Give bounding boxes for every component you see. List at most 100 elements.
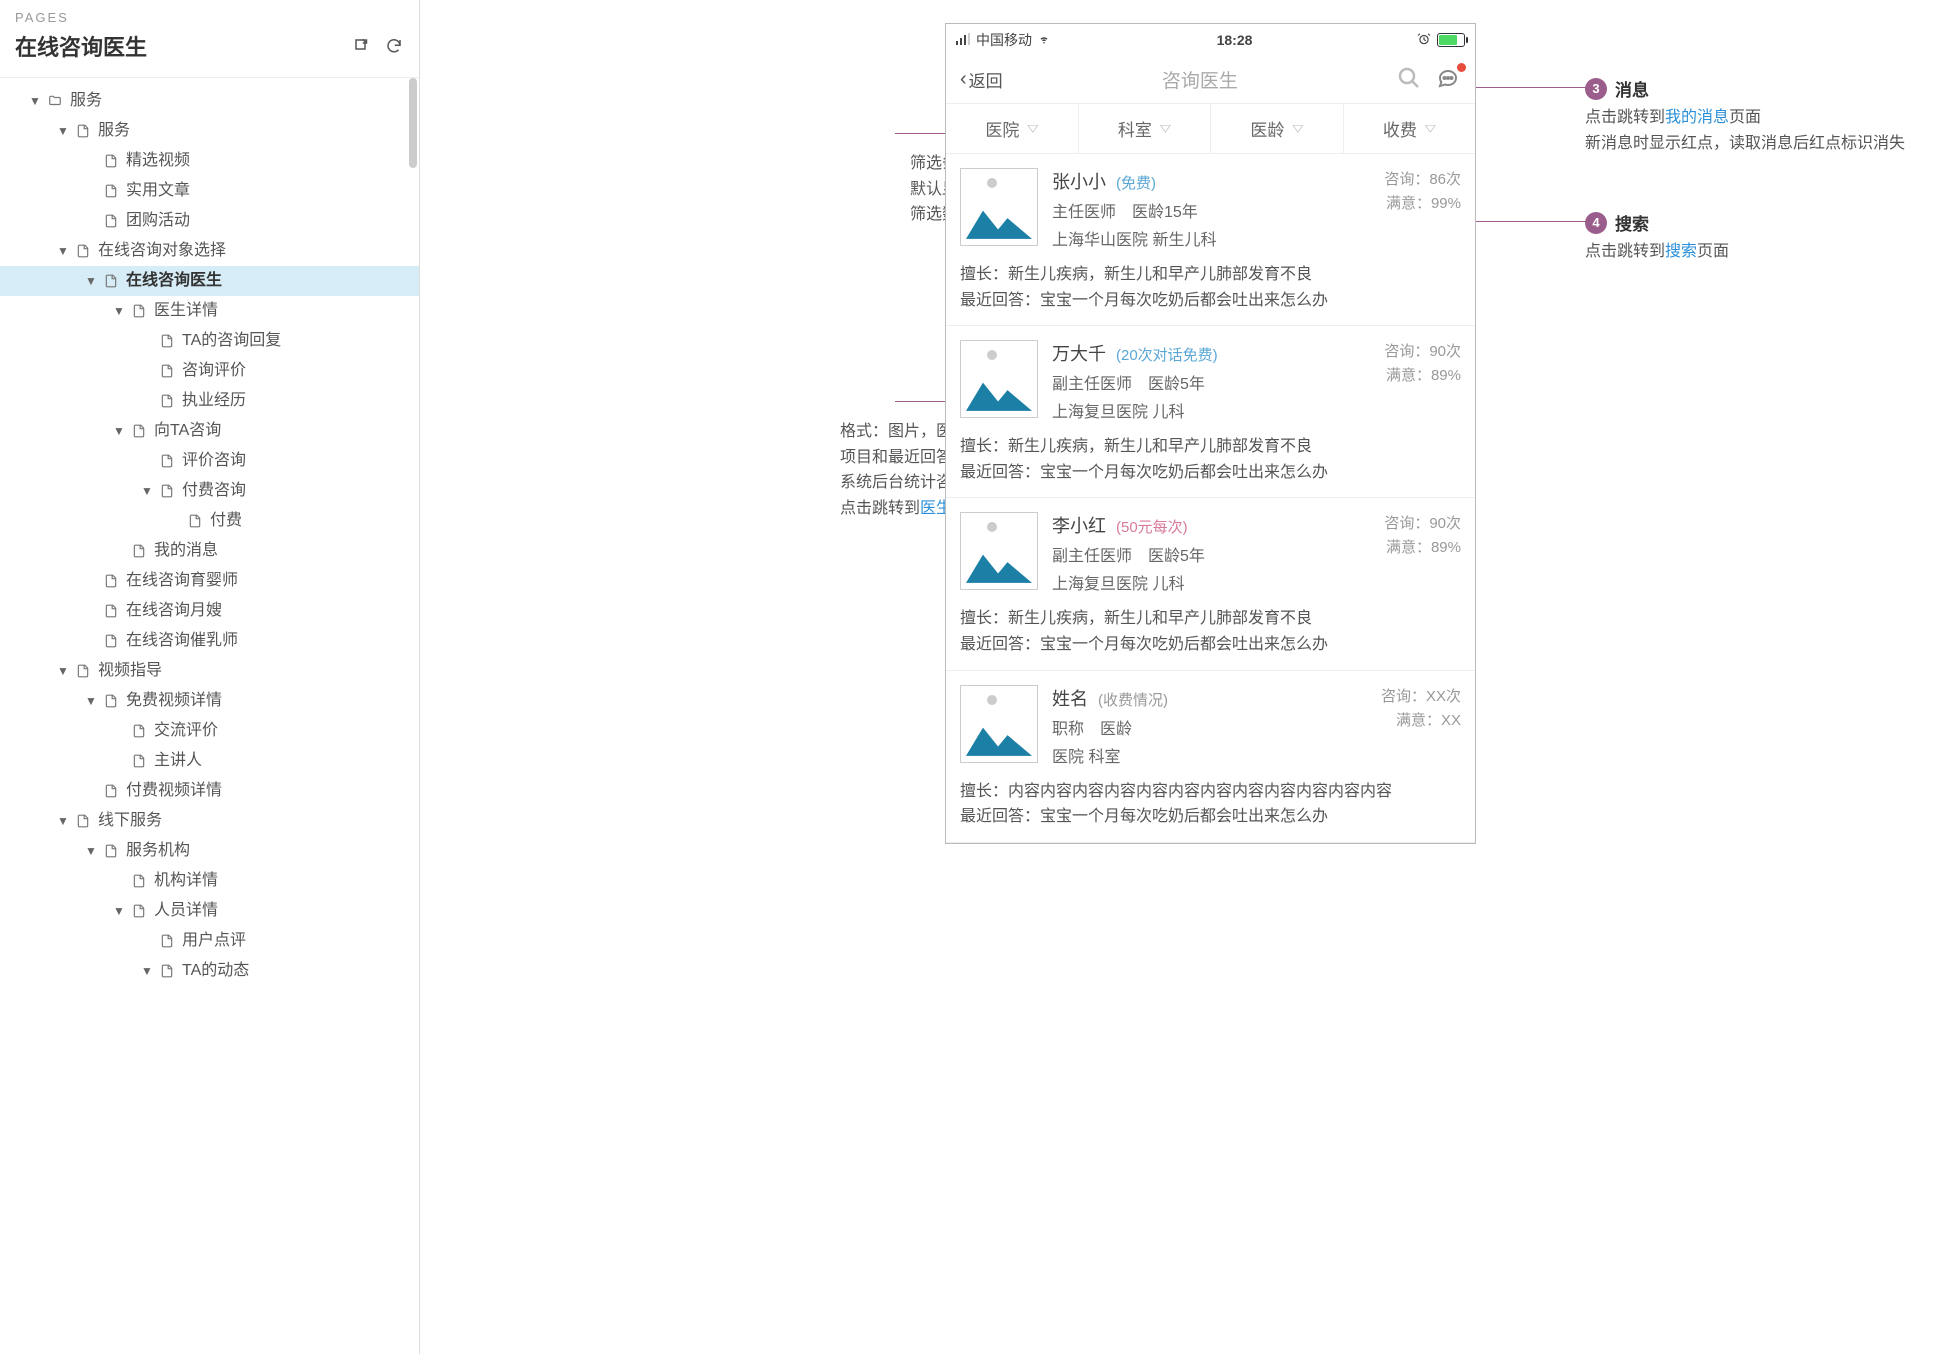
- tree-caret-icon[interactable]: ▼: [84, 845, 98, 857]
- tree-item-label: 交流评价: [154, 723, 218, 739]
- tree-item-label: 我的消息: [154, 543, 218, 559]
- tree-item[interactable]: 在线咨询育婴师: [0, 566, 419, 596]
- signal-icon: [956, 32, 972, 48]
- tree-item-label: 在线咨询催乳师: [126, 633, 238, 649]
- consult-count: 咨询：90次: [1384, 340, 1461, 364]
- tree-item[interactable]: ▼线下服务: [0, 806, 419, 836]
- tree-item[interactable]: 实用文章: [0, 176, 419, 206]
- tree-item[interactable]: 付费视频详情: [0, 776, 419, 806]
- tree-item[interactable]: ▼ 在线咨询对象选择: [0, 236, 419, 266]
- tree-item[interactable]: ▼视频指导: [0, 656, 419, 686]
- tree-item[interactable]: 评价咨询: [0, 446, 419, 476]
- doctor-avatar: [960, 512, 1038, 590]
- tree-item[interactable]: ▼向TA咨询: [0, 416, 419, 446]
- consult-count: 咨询：90次: [1384, 512, 1461, 536]
- page-icon: [102, 153, 120, 169]
- doctor-hospital: 医院 科室: [1052, 743, 1381, 767]
- page-icon: [74, 123, 92, 139]
- tree-item[interactable]: ▼服务机构: [0, 836, 419, 866]
- doctor-card[interactable]: 李小红 (50元每次) 副主任医师 医龄5年 上海复旦医院 儿科 咨询：90次 …: [946, 498, 1475, 670]
- page-icon: [158, 393, 176, 409]
- tree-item[interactable]: 用户点评: [0, 926, 419, 956]
- tree-caret-icon[interactable]: ▼: [56, 245, 70, 257]
- tree-caret-icon[interactable]: ▼: [112, 425, 126, 437]
- tree-caret-icon[interactable]: ▼: [112, 305, 126, 317]
- tree-item[interactable]: ▼ TA的动态: [0, 956, 419, 986]
- page-icon: [102, 843, 120, 859]
- carrier-label: 中国移动: [976, 30, 1032, 50]
- tree-caret-icon[interactable]: ▼: [56, 665, 70, 677]
- tree-item-label: 精选视频: [126, 153, 190, 169]
- annotation-message: 3 消息 点击跳转到我的消息页面 新消息时显示红点，读取消息后红点标识消失: [1585, 76, 1954, 156]
- tree-caret-icon[interactable]: ▼: [140, 485, 154, 497]
- doctor-fee: (免费): [1116, 172, 1156, 193]
- tree-item-label: 在线咨询对象选择: [98, 243, 226, 259]
- tree-item[interactable]: TA的咨询回复: [0, 326, 419, 356]
- annotation-badge: 3: [1585, 78, 1607, 100]
- tree-item[interactable]: 在线咨询催乳师: [0, 626, 419, 656]
- sidebar: PAGES 在线咨询医生 ▼服务▼服务精选视频实用文章团购活动▼在线咨询对象选择…: [0, 0, 420, 1354]
- scrollbar[interactable]: [409, 78, 417, 168]
- tree-item-label: 服务: [70, 93, 102, 109]
- tree-item[interactable]: 团购活动: [0, 206, 419, 236]
- tree-item-label: 机构详情: [154, 873, 218, 889]
- tree-item-label: 免费视频详情: [126, 693, 222, 709]
- tree-caret-icon[interactable]: ▼: [84, 695, 98, 707]
- tree-item[interactable]: ▼ 免费视频详情: [0, 686, 419, 716]
- doctor-card[interactable]: 万大千 (20次对话免费) 副主任医师 医龄5年 上海复旦医院 儿科 咨询：90…: [946, 326, 1475, 498]
- filter-years[interactable]: 医龄▽: [1211, 104, 1344, 153]
- tree-item-label: 在线咨询月嫂: [126, 603, 222, 619]
- doctor-recent-answer: 最近回答：宝宝一个月每次吃奶后都会吐出来怎么办: [960, 632, 1461, 658]
- chevron-down-icon: ▽: [1027, 123, 1038, 135]
- doctor-recent-answer: 最近回答：宝宝一个月每次吃奶后都会吐出来怎么办: [960, 804, 1461, 830]
- tree-item[interactable]: ▼人员详情: [0, 896, 419, 926]
- tree-item-label: 医生详情: [154, 303, 218, 319]
- satisfaction: 满意：99%: [1384, 192, 1461, 216]
- filter-fee[interactable]: 收费▽: [1344, 104, 1476, 153]
- page-icon: [74, 243, 92, 259]
- tree-item[interactable]: 付费: [0, 506, 419, 536]
- tree-item[interactable]: 交流评价: [0, 716, 419, 746]
- filter-department[interactable]: 科室▽: [1079, 104, 1212, 153]
- tree-item[interactable]: 我的消息: [0, 536, 419, 566]
- doctor-recent-answer: 最近回答：宝宝一个月每次吃奶后都会吐出来怎么办: [960, 288, 1461, 314]
- doctor-card[interactable]: 张小小 (免费) 主任医师 医龄15年 上海华山医院 新生儿科 咨询：86次 满…: [946, 154, 1475, 326]
- doctor-avatar: [960, 168, 1038, 246]
- doctor-good-at: 擅长：内容内容内容内容内容内容内容内容内容内容内容内容: [960, 779, 1461, 805]
- sidebar-title-row: 在线咨询医生: [0, 25, 419, 78]
- tree-item[interactable]: ▼付费咨询: [0, 476, 419, 506]
- tree-caret-icon[interactable]: ▼: [140, 965, 154, 977]
- tree-caret-icon[interactable]: ▼: [112, 905, 126, 917]
- doctor-card[interactable]: 姓名 (收费情况) 职称 医龄 医院 科室 咨询：XX次 满意：XX 擅长：内容…: [946, 671, 1475, 843]
- tree-item[interactable]: ▼在线咨询医生: [0, 266, 419, 296]
- tree-caret-icon[interactable]: ▼: [28, 95, 42, 107]
- page-icon: [74, 663, 92, 679]
- page-icon: [130, 543, 148, 559]
- tree-item[interactable]: 执业经历: [0, 386, 419, 416]
- tree-caret-icon[interactable]: ▼: [56, 125, 70, 137]
- export-icon[interactable]: [352, 36, 372, 56]
- page-icon: [158, 333, 176, 349]
- tree-item-label: 实用文章: [126, 183, 190, 199]
- tree-item[interactable]: ▼ 医生详情: [0, 296, 419, 326]
- tree-item-label: TA的动态: [182, 963, 249, 979]
- page-icon: [130, 423, 148, 439]
- doctor-fee: (50元每次): [1116, 516, 1188, 537]
- page-icon: [130, 723, 148, 739]
- refresh-icon[interactable]: [384, 36, 404, 56]
- tree-item[interactable]: 机构详情: [0, 866, 419, 896]
- tree-caret-icon[interactable]: ▼: [56, 815, 70, 827]
- tree-item[interactable]: ▼服务: [0, 116, 419, 146]
- satisfaction: 满意：XX: [1381, 709, 1461, 733]
- back-button[interactable]: ‹ 返回: [960, 67, 1003, 92]
- tree-item[interactable]: ▼ 服务: [0, 86, 419, 116]
- tree-item[interactable]: 主讲人: [0, 746, 419, 776]
- tree-caret-icon[interactable]: ▼: [84, 275, 98, 287]
- search-icon[interactable]: [1397, 66, 1421, 93]
- tree-item[interactable]: 在线咨询月嫂: [0, 596, 419, 626]
- tree-item-label: TA的咨询回复: [182, 333, 281, 349]
- tree-item[interactable]: 咨询评价: [0, 356, 419, 386]
- filter-hospital[interactable]: 医院▽: [946, 104, 1079, 153]
- message-icon[interactable]: [1435, 66, 1461, 93]
- tree-item[interactable]: 精选视频: [0, 146, 419, 176]
